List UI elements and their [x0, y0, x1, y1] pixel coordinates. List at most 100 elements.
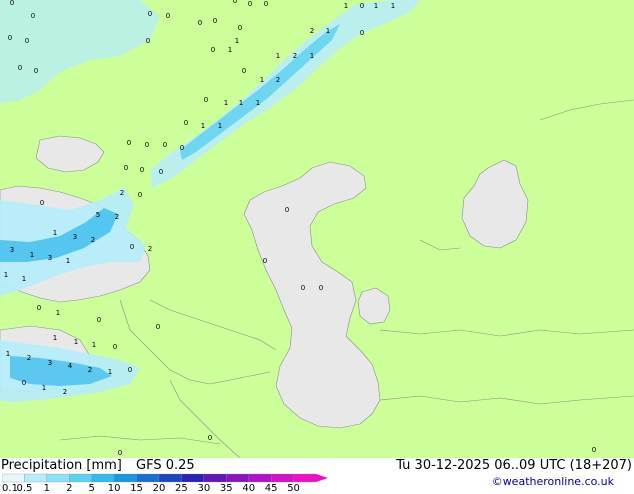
model-name: GFS 0.25: [136, 458, 195, 473]
precip-value-label: 0: [97, 316, 101, 324]
color-scale-arrow: [316, 474, 328, 482]
precip-value-label: 0: [156, 323, 160, 331]
precip-value-label: 2: [276, 76, 280, 84]
precip-value-label: 0: [360, 29, 364, 37]
precip-title: Precipitation [mm]: [1, 458, 122, 473]
color-scale-block: [270, 473, 294, 483]
color-scale-block: [293, 473, 317, 483]
precip-value-label: 0: [37, 304, 41, 312]
color-scale-block: [158, 473, 182, 483]
color-scale-block: [2, 473, 25, 483]
precip-value-label: 3: [73, 233, 77, 241]
color-scale-tick: 35: [219, 483, 233, 494]
precip-value-label: 2: [120, 189, 124, 197]
precip-value-label: 1: [4, 271, 8, 279]
precip-value-label: 1: [201, 122, 205, 130]
precip-value-label: 3: [48, 254, 52, 262]
precip-value-label: 0: [34, 67, 38, 75]
color-scale-block: [69, 473, 92, 483]
precip-value-label: 1: [326, 27, 330, 35]
precip-value-label: 1: [310, 52, 314, 60]
legend-panel: Precipitation [mm] GFS 0.25 Tu 30-12-202…: [0, 458, 634, 494]
color-scale-block: [203, 473, 227, 483]
precip-value-label: 1: [66, 257, 70, 265]
precip-value-label: 0: [148, 10, 152, 18]
precip-value-label: 1: [92, 341, 96, 349]
precip-value-label: 2: [115, 213, 119, 221]
precip-value-label: 1: [218, 122, 222, 130]
site-credit[interactable]: ©weatheronline.co.uk: [492, 475, 614, 488]
precip-value-label: 0: [301, 284, 305, 292]
precip-value-label: 1: [224, 99, 228, 107]
precip-value-label: 0: [166, 12, 170, 20]
precip-value-label: 0: [140, 166, 144, 174]
precip-value-label: 1: [239, 99, 243, 107]
precip-value-label: 0: [263, 257, 267, 265]
precip-value-label: 4: [68, 362, 73, 370]
color-scale-tick: 2: [66, 483, 73, 494]
color-scale-tick: 25: [175, 483, 188, 494]
color-scale-block: [181, 473, 205, 483]
precip-value-label: 0: [319, 284, 323, 292]
precip-value-label: 0: [204, 96, 208, 104]
color-scale-tick: 45: [264, 483, 278, 494]
precip-value-label: 0: [10, 0, 14, 7]
precip-value-label: 1: [260, 76, 264, 84]
precip-value-label: 0: [248, 0, 252, 8]
precip-value-label: 0: [163, 141, 167, 149]
precip-value-label: 2: [293, 52, 297, 60]
color-scale-block: [226, 473, 249, 483]
color-scale-tick: 50: [287, 483, 300, 494]
precip-value-label: 0: [128, 366, 132, 374]
precipitation-map: 00 0 00 00 0 0 1 0 1 10 0 00 1012 1 00 0 01 221 10 1 1 10 1 10 0…: [0, 0, 634, 458]
precip-value-label: 0: [146, 37, 150, 45]
precip-value-label: 3: [48, 359, 52, 367]
precip-value-label: 2: [27, 354, 31, 362]
precip-value-label: 0: [592, 446, 596, 454]
color-scale-tick: 15: [130, 483, 143, 494]
color-scale-tick: 40: [242, 483, 256, 494]
precip-value-label: 0: [198, 19, 202, 27]
precip-value-label: 5: [96, 211, 100, 219]
precip-value-label: 1: [374, 2, 378, 10]
color-scale-block: [46, 473, 70, 483]
color-scale-tick: 5: [88, 483, 95, 494]
precip-value-label: 0: [40, 199, 44, 207]
precip-value-label: 1: [30, 251, 34, 259]
precip-value-label: 0: [124, 164, 128, 172]
precip-value-label: 2: [63, 388, 67, 396]
precip-value-label: 0: [211, 46, 215, 54]
precip-value-label: 0: [130, 243, 134, 251]
precip-value-label: 0: [138, 191, 142, 199]
precip-value-label: 1: [235, 37, 239, 45]
color-scale-tick: 0.5: [16, 483, 33, 494]
precip-value-label: 0: [238, 24, 242, 32]
precip-value-label: 0: [127, 139, 131, 147]
color-scale-tick: 1: [43, 483, 51, 494]
color-scale-ticks: 0.1 0.5 1 2 5 10 15 20 25 30 35 40 45 50: [0, 483, 340, 494]
precip-value-label: 0: [8, 34, 12, 42]
precip-value-label: 0: [208, 434, 212, 442]
precip-value-label: 0: [18, 64, 22, 72]
color-scale: [2, 473, 328, 483]
precip-value-label: 0: [118, 449, 122, 457]
precip-value-label: 1: [22, 275, 26, 283]
precip-value-label: 2: [148, 245, 152, 253]
forecast-datetime: Tu 30-12-2025 06..09 UTC (18+207): [396, 458, 632, 473]
precip-value-label: 1: [256, 99, 260, 107]
precip-value-label: 1: [228, 46, 232, 54]
precip-value-label: 1: [53, 229, 57, 237]
precip-value-label: 0: [213, 17, 217, 25]
precip-value-label: 1: [108, 368, 112, 376]
color-scale-block: [113, 473, 137, 483]
color-scale-block: [24, 473, 48, 483]
precip-value-label: 0: [180, 144, 184, 152]
precip-value-label: 0: [145, 141, 149, 149]
legend-title: Precipitation [mm] GFS 0.25: [1, 458, 195, 473]
precip-value-label: 0: [184, 119, 188, 127]
color-scale-block: [91, 473, 115, 483]
precip-value-label: 2: [88, 366, 92, 374]
precip-value-label: 0: [360, 2, 364, 10]
precip-value-label: 0: [264, 0, 268, 8]
precip-value-label: 0: [159, 168, 163, 176]
